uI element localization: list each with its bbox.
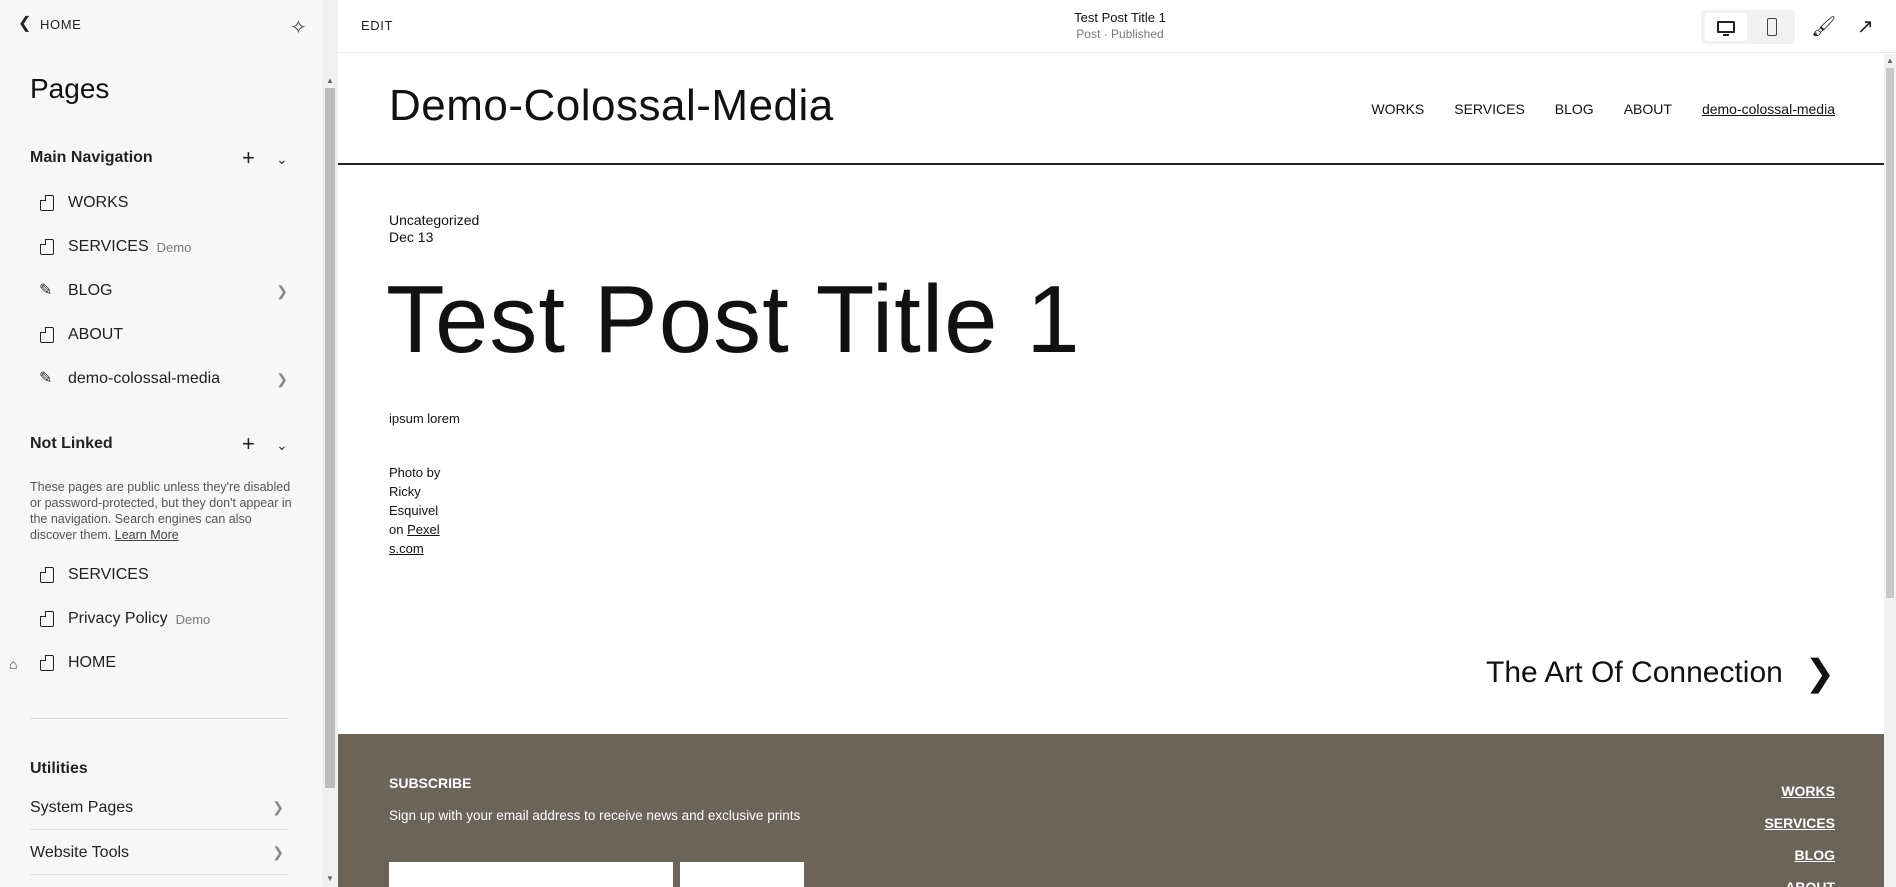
toolbar-post-status: Post · Published bbox=[1076, 27, 1164, 41]
scrollbar-thumb[interactable] bbox=[325, 88, 335, 788]
chevron-right-icon: ❯ bbox=[1804, 652, 1835, 693]
page-icon bbox=[40, 655, 54, 671]
scrollbar-thumb[interactable] bbox=[1886, 68, 1894, 598]
scroll-up-icon[interactable]: ▲ bbox=[326, 76, 334, 85]
sparkle-icon[interactable]: ✧ bbox=[290, 15, 307, 40]
sidebar-item-label: BLOG bbox=[68, 282, 113, 299]
email-field[interactable] bbox=[389, 862, 673, 887]
learn-more-link[interactable]: Learn More bbox=[115, 528, 179, 542]
device-toggle bbox=[1701, 10, 1795, 44]
sidebar-item-label: ABOUT bbox=[68, 326, 124, 343]
post-body: ipsum lorem bbox=[389, 411, 460, 426]
open-external-icon[interactable]: ↗ bbox=[1857, 14, 1874, 39]
sidebar-item-services[interactable]: SERVICES Demo bbox=[30, 231, 296, 263]
preview-scrollbar[interactable]: ▲ bbox=[1884, 54, 1896, 887]
page-icon bbox=[40, 239, 54, 255]
footer-navigation: WORKS SERVICES BLOG ABOUT bbox=[1764, 775, 1835, 887]
sidebar-item-label: SERVICES bbox=[68, 566, 149, 583]
sidebar-divider bbox=[30, 718, 288, 719]
blog-icon: ✎ bbox=[39, 370, 53, 387]
footer-nav-about[interactable]: ABOUT bbox=[1764, 871, 1835, 887]
site-nav-demo-colossal-media[interactable]: demo-colossal-media bbox=[1702, 101, 1835, 117]
toolbar-post-title: Test Post Title 1 bbox=[1074, 10, 1166, 25]
post-title: Test Post Title 1 bbox=[386, 266, 1081, 373]
utility-label: Website Tools bbox=[30, 843, 130, 861]
sidebar-item-works[interactable]: WORKS bbox=[30, 187, 296, 219]
demo-tag: Demo bbox=[156, 239, 192, 255]
post-meta: Uncategorized Dec 13 bbox=[389, 212, 479, 246]
next-post-title: The Art Of Connection bbox=[1486, 656, 1783, 689]
footer-nav-services[interactable]: SERVICES bbox=[1764, 807, 1835, 839]
utility-label: System Pages bbox=[30, 798, 134, 816]
sidebar-item-label: HOME bbox=[68, 654, 116, 671]
sidebar-item-label: SERVICES bbox=[68, 238, 149, 255]
subscribe-button[interactable] bbox=[680, 862, 804, 887]
home-page-icon: ⌂ bbox=[9, 656, 18, 672]
not-linked-note: These pages are public unless they're di… bbox=[30, 479, 296, 543]
add-page-main-nav-button[interactable]: + bbox=[242, 147, 255, 169]
back-home-label: HOME bbox=[40, 16, 82, 32]
site-footer: SUBSCRIBE Sign up with your email addres… bbox=[338, 734, 1884, 887]
main-navigation-heading: Main Navigation bbox=[30, 149, 153, 166]
utility-system-pages[interactable]: System Pages ❯ bbox=[30, 786, 288, 830]
page-icon bbox=[40, 611, 54, 627]
post-date: Dec 13 bbox=[389, 229, 434, 245]
next-post-link[interactable]: The Art Of Connection ❯ bbox=[1486, 652, 1835, 694]
header-divider bbox=[338, 163, 1884, 165]
sidebar-item-about[interactable]: ABOUT bbox=[30, 319, 296, 351]
chevron-down-icon[interactable]: ⌄ bbox=[276, 151, 288, 168]
demo-tag: Demo bbox=[175, 611, 211, 627]
page-title: Pages bbox=[30, 73, 110, 104]
pages-sidebar: ❮ HOME ✧ Pages Main Navigation + ⌄ WORKS… bbox=[0, 0, 322, 887]
chevron-right-icon: ❯ bbox=[276, 370, 288, 387]
site-nav-services[interactable]: SERVICES bbox=[1454, 101, 1525, 117]
subscribe-title: SUBSCRIBE bbox=[389, 775, 472, 791]
sidebar-scrollbar[interactable]: ▲ ▼ bbox=[322, 0, 338, 887]
mobile-view-button[interactable] bbox=[1753, 13, 1791, 41]
not-linked-heading: Not Linked bbox=[30, 435, 113, 452]
sidebar-item-home[interactable]: HOME bbox=[30, 647, 296, 679]
sidebar-item-blog[interactable]: ✎ BLOG ❯ bbox=[30, 275, 296, 307]
footer-nav-works[interactable]: WORKS bbox=[1764, 775, 1835, 807]
design-brush-icon[interactable]: 🖌 bbox=[1811, 14, 1836, 39]
site-nav-works[interactable]: WORKS bbox=[1371, 101, 1424, 117]
utilities-heading: Utilities bbox=[30, 760, 88, 777]
subscribe-text: Sign up with your email address to recei… bbox=[389, 808, 801, 823]
sidebar-item-services-unlinked[interactable]: SERVICES bbox=[30, 559, 296, 591]
back-home-link[interactable]: ❮ HOME bbox=[18, 16, 81, 32]
sidebar-item-label: Privacy Policy bbox=[68, 610, 168, 627]
page-icon bbox=[40, 327, 54, 343]
chevron-right-icon: ❯ bbox=[272, 844, 284, 860]
sidebar-item-label: WORKS bbox=[68, 194, 129, 211]
utility-website-tools[interactable]: Website Tools ❯ bbox=[30, 831, 288, 875]
desktop-view-button[interactable] bbox=[1705, 13, 1747, 41]
sidebar-item-demo-colossal-media[interactable]: ✎ demo-colossal-media ❯ bbox=[30, 363, 296, 395]
photo-credit: Photo by Ricky Esquivel on Pexels.com bbox=[389, 463, 443, 558]
page-icon bbox=[40, 195, 54, 211]
chevron-right-icon: ❯ bbox=[272, 799, 284, 815]
site-nav-about[interactable]: ABOUT bbox=[1624, 101, 1672, 117]
page-icon bbox=[40, 567, 54, 583]
add-page-not-linked-button[interactable]: + bbox=[242, 433, 255, 455]
footer-nav-blog[interactable]: BLOG bbox=[1764, 839, 1835, 871]
blog-icon: ✎ bbox=[39, 282, 53, 299]
sidebar-item-privacy-policy[interactable]: Privacy Policy Demo bbox=[30, 603, 296, 635]
scroll-up-icon[interactable]: ▲ bbox=[1886, 56, 1894, 65]
sidebar-item-label: demo-colossal-media bbox=[68, 370, 221, 387]
desktop-icon bbox=[1717, 21, 1735, 36]
site-nav-blog[interactable]: BLOG bbox=[1555, 101, 1594, 117]
site-navigation: WORKS SERVICES BLOG ABOUT demo-colossal-… bbox=[1371, 101, 1835, 117]
mobile-icon bbox=[1767, 18, 1777, 36]
site-title[interactable]: Demo-Colossal-Media bbox=[389, 81, 834, 131]
scroll-down-icon[interactable]: ▼ bbox=[326, 874, 334, 883]
site-preview: Demo-Colossal-Media WORKS SERVICES BLOG … bbox=[338, 54, 1884, 887]
chevron-left-icon: ❮ bbox=[18, 15, 33, 32]
post-category[interactable]: Uncategorized bbox=[389, 212, 479, 229]
editor-toolbar: EDIT Test Post Title 1 Post · Published … bbox=[338, 0, 1896, 53]
chevron-down-icon[interactable]: ⌄ bbox=[276, 437, 288, 454]
chevron-right-icon: ❯ bbox=[276, 282, 288, 299]
